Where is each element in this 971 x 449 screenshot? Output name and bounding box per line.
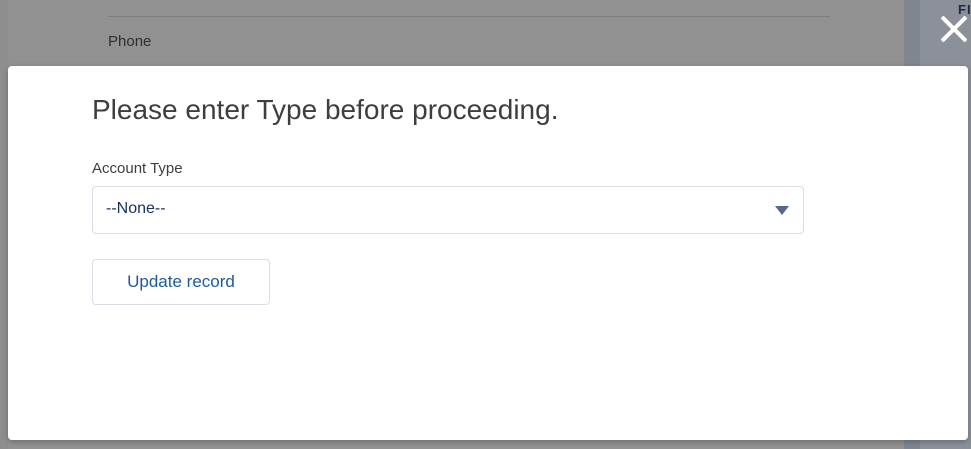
modal-title: Please enter Type before proceeding. — [92, 94, 559, 125]
account-type-label: Account Type — [92, 160, 183, 177]
chevron-down-icon — [775, 206, 789, 215]
background-phone-label: Phone — [108, 33, 152, 50]
update-record-button[interactable]: Update record — [92, 259, 270, 305]
account-type-selected-value: --None-- — [106, 200, 166, 217]
account-type-select[interactable]: --None-- — [92, 186, 804, 234]
close-icon[interactable] — [936, 12, 970, 46]
modal-dialog: Please enter Type before proceeding. Acc… — [8, 66, 968, 440]
background-divider — [108, 16, 830, 17]
